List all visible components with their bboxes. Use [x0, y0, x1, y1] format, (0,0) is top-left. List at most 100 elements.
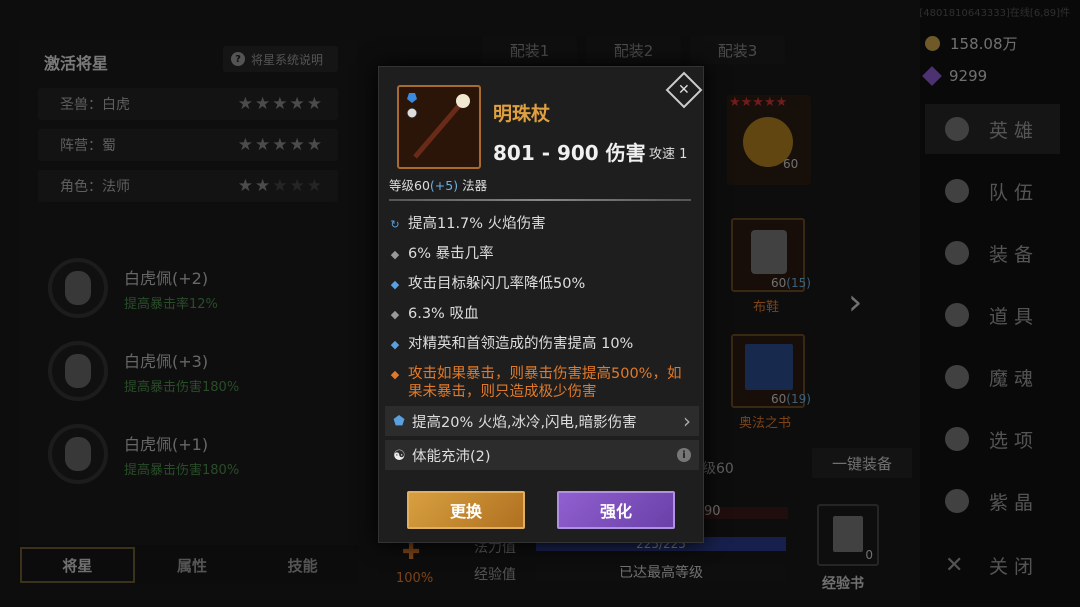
exp-book-slot[interactable]: 0	[817, 504, 879, 566]
stat-line: ↻ 提高11.7% 火焰伤害	[389, 215, 695, 234]
tab-generals[interactable]: 将星	[20, 547, 135, 583]
star-empty-icon: ★	[272, 176, 288, 196]
close-icon: ✕	[678, 81, 690, 98]
book-name: 奥法之书	[739, 416, 792, 431]
boots-level: 60	[771, 276, 787, 290]
stat-line: ◆ 攻击目标躲闪几率降低50%	[389, 275, 695, 294]
set-bonus-row[interactable]: ☯ 体能充沛(2) i	[385, 440, 699, 470]
menu-label: 英雄	[989, 119, 1040, 142]
book-slot[interactable]: 60(19)	[731, 334, 811, 408]
close-button[interactable]: ✕	[665, 71, 703, 109]
star-icon: ★	[289, 135, 305, 155]
attack-speed: 攻速 1	[649, 147, 688, 162]
item-tooltip: 明珠杖 801 - 900 伤害 攻速 1 ✕ 等级60(+5) 法器 ↻ 提高1…	[378, 66, 704, 543]
row-label: 圣兽：白虎	[60, 97, 130, 113]
info-icon[interactable]: i	[677, 448, 691, 462]
book-level: 60	[771, 392, 787, 406]
stat-text: 对精英和首领造成的伤害提高 10%	[408, 336, 634, 352]
boots-slot[interactable]: 60(15)	[731, 218, 811, 292]
level-plus: (+5)	[429, 178, 459, 193]
menu-equipment[interactable]: 装备	[925, 228, 1060, 278]
menu-hero[interactable]: 英雄	[925, 104, 1060, 154]
stat-line: ◆ 对精英和首领造成的伤害提高 10%	[389, 335, 695, 354]
gold-display: 158.08万	[925, 30, 1055, 56]
menu-label: 魔魂	[989, 367, 1040, 390]
bonus-desc: 提高暴击率12%	[124, 296, 218, 312]
star-icon: ★	[272, 135, 288, 155]
menu-soul[interactable]: 魔魂	[925, 352, 1060, 402]
star-icon: ★	[237, 135, 253, 155]
coin-icon	[925, 35, 940, 51]
menu-label: 关闭	[989, 555, 1040, 578]
helmet-icon	[945, 241, 969, 265]
tab-loadout-2[interactable]: 配装2	[586, 36, 681, 64]
exp-book-count: 0	[865, 548, 873, 562]
tab-loadout-3[interactable]: 配装3	[690, 36, 785, 64]
one-key-equip-button[interactable]: 一键装备	[812, 448, 912, 478]
bonus-item[interactable]: 白虎佩(+3) 提高暴击伤害180%	[48, 336, 338, 406]
tab-skills[interactable]: 技能	[247, 545, 358, 585]
gem-icon	[922, 66, 942, 86]
exp-bar: 已达最高等级	[536, 564, 786, 582]
star-rating: ★★★★★	[236, 176, 322, 196]
menu-crystal[interactable]: 紫晶	[925, 476, 1060, 526]
boots-plus: (15)	[786, 276, 811, 290]
stat-line: ◆ 6% 暴击几率	[389, 245, 695, 264]
tab-loadout-1[interactable]: 配装1	[482, 36, 577, 64]
upgrade-button[interactable]: 强化	[557, 491, 675, 529]
help-button[interactable]: ? 将星系统说明	[223, 46, 338, 72]
menu-team[interactable]: 队伍	[925, 166, 1060, 216]
level-text: 级60	[702, 461, 734, 477]
panel-title: 激活将星	[44, 54, 109, 73]
exp-value: 已达最高等级	[619, 565, 703, 581]
swap-button[interactable]: 更换	[407, 491, 525, 529]
star-icon: ★	[306, 94, 322, 114]
bonus-name: 白虎佩(+1)	[124, 434, 209, 454]
chevron-right-icon: ›	[683, 409, 691, 433]
star-icon: ★	[255, 135, 271, 155]
star-icon: ★	[255, 94, 271, 114]
diamond-icon: ◆	[390, 278, 400, 291]
flag-icon	[945, 179, 969, 203]
hp-bar: 90	[704, 504, 788, 519]
item-name: 明珠杖	[493, 103, 551, 125]
gear-icon	[945, 427, 969, 451]
menu-label: 紫晶	[989, 491, 1040, 514]
diamond-icon: ◆	[390, 308, 400, 321]
row-label: 阵营：蜀	[60, 138, 116, 154]
star-icon: ★	[237, 176, 253, 196]
gem-value: 9299	[949, 67, 988, 85]
bonus-item[interactable]: 白虎佩(+2) 提高暴击率12%	[48, 253, 338, 323]
stat-text: 攻击目标躲闪几率降低50%	[408, 276, 586, 292]
menu-items[interactable]: 道具	[925, 290, 1060, 340]
divider	[389, 199, 691, 201]
left-tabs: 将星 属性 技能	[18, 545, 358, 585]
refresh-icon: ↻	[390, 218, 400, 231]
bonus-item[interactable]: 白虎佩(+1) 提高暴击伤害180%	[48, 419, 338, 489]
next-arrow-icon[interactable]: ›	[848, 282, 862, 323]
exp-book-icon	[833, 516, 863, 552]
gem-stat-text: 提高20% 火焰,冰冷,闪电,暗影伤害	[412, 414, 637, 431]
level-value: 等级60	[389, 178, 430, 193]
menu-close[interactable]: ✕ 关闭	[925, 540, 1060, 590]
star-rating: ★★★★★	[236, 94, 322, 114]
menu-label: 队伍	[989, 181, 1040, 204]
menu-options[interactable]: 选项	[925, 414, 1060, 464]
star-rating: ★★★★★	[236, 135, 322, 155]
yinyang-icon: ☯	[393, 447, 406, 464]
legendary-stat: ◆ 攻击如果暴击，则暴击伤害提高500%，如果未暴击，则只造成极少伤害	[389, 365, 695, 401]
gem-stat-row[interactable]: ⬟ 提高20% 火焰,冰冷,闪电,暗影伤害 ›	[385, 406, 699, 436]
diamond-icon: ◆	[390, 248, 400, 261]
book-plus: (19)	[786, 392, 811, 406]
bonus-name: 白虎佩(+3)	[124, 351, 209, 371]
tab-attributes[interactable]: 属性	[137, 545, 248, 585]
item-icon-slot	[397, 85, 481, 169]
question-icon: ?	[231, 52, 245, 66]
bonus-desc: 提高暴击伤害180%	[124, 379, 240, 395]
exp-label: 经验值	[474, 567, 516, 583]
hero-portrait[interactable]: ★★★★★ 60	[727, 95, 811, 185]
uid-text: [4801810643333]在线[6,89]件	[919, 8, 1070, 19]
menu-label: 道具	[989, 305, 1040, 328]
set-bonus-text: 体能充沛(2)	[412, 448, 491, 465]
star-rating: ★★★★★	[729, 95, 788, 110]
